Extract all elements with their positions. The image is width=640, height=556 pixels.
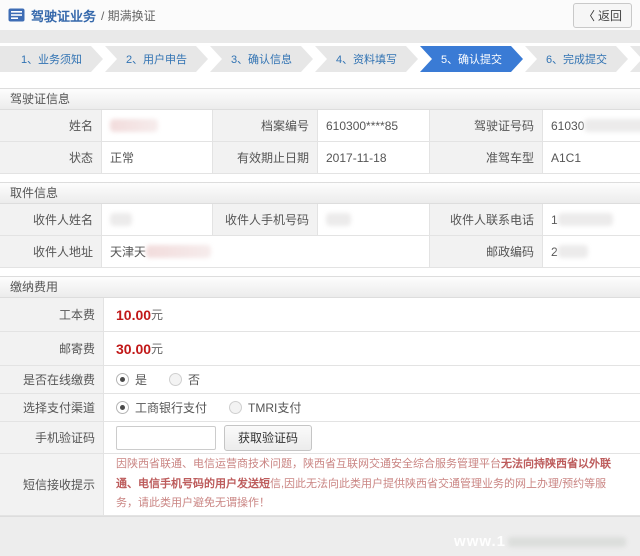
mailing-fee-amount: 30.00 [116,340,152,357]
radio-checked-icon[interactable] [116,401,129,414]
online-pay-yes-option[interactable]: 是 [116,371,147,388]
watermark-faded-rest [508,536,626,547]
postcode-value: 2 [543,236,640,268]
step-4-fill-materials[interactable]: 4、资料填写 [315,46,418,72]
channel-icbc-option[interactable]: 工商银行支付 [116,399,207,416]
breadcrumb: / 期满换证 [101,8,156,23]
radio-unchecked-icon[interactable] [169,373,183,386]
watermark: www.1 [454,533,626,550]
captcha-input[interactable] [116,425,216,450]
license-no-prefix: 61030 [551,118,585,133]
mailing-fee-value: 30.00 元 [104,332,640,366]
online-pay-options: 是 否 [104,366,640,394]
recipient-name-label: 收件人姓名 [0,204,102,236]
radio-unchecked-icon[interactable] [229,401,243,414]
channel-tmri-label: TMRI支付 [248,401,302,415]
vehicle-type-value: A1C1 [543,142,640,174]
step-5-confirm-submit[interactable]: 5、确认提交 [420,46,523,72]
address-prefix: 天津天 [110,245,147,259]
name-value [102,110,213,142]
sms-hint-normal: 因陕西省联通、电信运营商技术问题，陕西省互联网交通安全综合服务管理平台 [116,457,501,470]
address-label: 收件人地址 [0,236,102,268]
name-label: 姓名 [0,110,102,142]
file-no-value: 610300****85 [318,110,430,142]
get-captcha-button[interactable]: 获取验证码 [224,424,313,451]
top-bar: 驾驶证业务 / 期满换证 〈返回 [0,0,640,30]
sms-hint-text: 因陕西省联通、电信运营商技术问题，陕西省互联网交通安全综合服务管理平台无法向持陕… [104,449,640,520]
step-1-business-notice[interactable]: 1、业务须知 [0,46,103,72]
step-wizard: 1、业务须知 2、用户申告 3、确认信息 4、资料填写 5、确认提交 6、完成提… [0,46,640,72]
address-value: 天津天 [102,236,430,268]
online-pay-label: 是否在线缴费 [0,366,104,394]
form-list-icon [8,8,25,22]
back-button[interactable]: 〈返回 [572,2,632,28]
spacer [0,268,640,276]
license-no-label: 驾驶证号码 [430,110,543,142]
step-3-confirm-info[interactable]: 3、确认信息 [210,46,313,72]
status-value: 正常 [102,142,213,174]
file-no-label: 档案编号 [213,110,318,142]
currency-unit: 元 [151,342,164,356]
section-header-license-info: 驾驶证信息 [0,88,640,110]
sms-hint-cell: 因陕西省联通、电信运营商技术问题，陕西省互联网交通安全综合服务管理平台无法向持陕… [104,454,640,516]
production-fee-amount: 10.00 [116,306,152,323]
step-6-complete-submit[interactable]: 6、完成提交 [525,46,628,72]
radio-checked-icon[interactable] [116,373,129,386]
online-pay-yes-label: 是 [135,373,148,387]
recipient-mobile-value [318,204,430,236]
mailing-fee-label: 邮寄费 [0,332,104,366]
recipient-name-value [102,204,213,236]
step-bar-filler [630,46,640,72]
redacted-recipient-phone [557,213,613,226]
recipient-phone-value: 1 [543,204,640,236]
section-header-fees: 缴纳费用 [0,276,640,298]
redacted-postcode [557,245,588,258]
vehicle-type-label: 准驾车型 [430,142,543,174]
redacted-recipient-mobile [326,213,351,226]
chevron-left-icon: 〈 [582,8,595,23]
back-button-label: 返回 [597,8,622,23]
recipient-phone-label: 收件人联系电话 [430,204,543,236]
currency-unit: 元 [151,308,164,322]
payment-channel-options: 工商银行支付 TMRI支付 [104,394,640,422]
page-title: 驾驶证业务 [31,8,97,24]
pickup-info-table: 收件人姓名 收件人手机号码 收件人联系电话 1 收件人地址 天津天 邮政编码 2 [0,204,640,268]
online-pay-no-option[interactable]: 否 [169,371,200,388]
watermark-text: www.1 [454,533,506,550]
spacer [0,174,640,182]
fees-table: 工本费 10.00 元 邮寄费 30.00 元 是否在线缴费 是 否 选择支付渠道 … [0,298,640,516]
production-fee-label: 工本费 [0,298,104,332]
recipient-phone-prefix: 1 [551,212,558,227]
redacted-recipient-name [110,213,132,226]
payment-channel-label: 选择支付渠道 [0,394,104,422]
expiry-label: 有效期止日期 [213,142,318,174]
channel-tmri-option[interactable]: TMRI支付 [229,399,301,416]
channel-icbc-label: 工商银行支付 [135,401,208,415]
recipient-mobile-label: 收件人手机号码 [213,204,318,236]
status-label: 状态 [0,142,102,174]
divider-band [0,30,640,43]
redacted-address [146,245,212,258]
postcode-prefix: 2 [551,244,558,259]
redacted-name [110,119,158,132]
redacted-license-no [584,119,640,132]
step-2-user-declaration[interactable]: 2、用户申告 [105,46,208,72]
expiry-value: 2017-11-18 [318,142,430,174]
license-no-value: 61030( [543,110,640,142]
online-pay-no-label: 否 [188,373,201,387]
section-header-pickup-info: 取件信息 [0,182,640,204]
license-info-table: 姓名 档案编号 610300****85 驾驶证号码 61030( 状态 正常 … [0,110,640,174]
production-fee-value: 10.00 元 [104,298,640,332]
license-renewal-page: 驾驶证业务 / 期满换证 〈返回 1、业务须知 2、用户申告 3、确认信息 4、… [0,0,640,556]
captcha-label: 手机验证码 [0,422,104,454]
spacer [0,72,640,88]
footer-area: www.1 [0,516,640,556]
postcode-label: 邮政编码 [430,236,543,268]
sms-hint-label: 短信接收提示 [0,454,104,516]
